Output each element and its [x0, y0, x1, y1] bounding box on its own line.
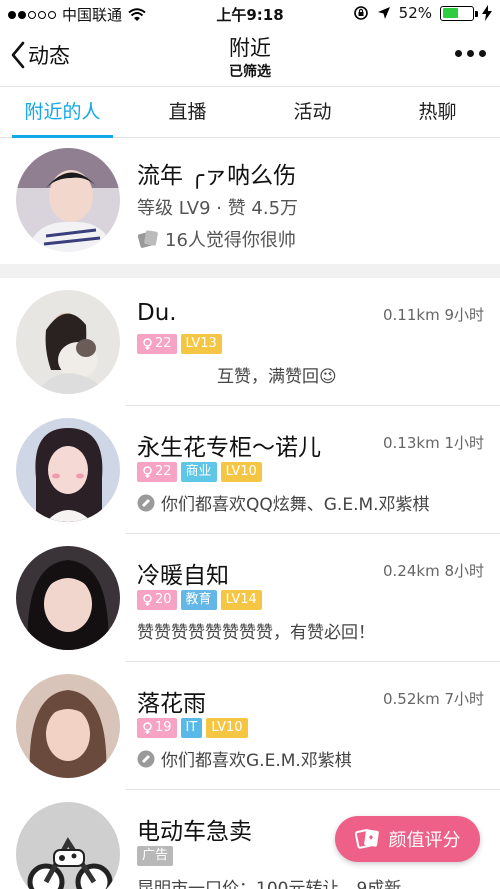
ad-title: 电动车急卖: [137, 819, 252, 845]
ad-photo: [16, 802, 120, 889]
avatar-photo: [16, 418, 120, 522]
tab-live[interactable]: 直播: [125, 87, 250, 137]
level-badge: LV14: [220, 590, 262, 610]
job-badge: IT: [180, 718, 203, 738]
tab-events[interactable]: 活动: [250, 87, 375, 137]
location-arrow-icon: [377, 7, 390, 19]
beauty-score-button[interactable]: 颜值评分: [335, 816, 480, 862]
desc-text: 你们都喜欢QQ炫舞、G.E.M.邓紫棋: [161, 495, 430, 515]
my-name: 流年 ╭ァ呐么伤: [137, 163, 297, 189]
age-value: 22: [155, 336, 172, 351]
age-badge: 22: [137, 334, 177, 354]
my-profile-card[interactable]: 流年 ╭ァ呐么伤 等级 LV9 · 赞 4.5万 16人觉得你很帅: [0, 138, 500, 264]
distance-time: 0.13km 1小时: [382, 434, 484, 452]
rotation-lock-icon: [353, 6, 368, 20]
person-desc: 赞赞赞赞赞赞赞赞，有赞必回！: [137, 623, 375, 643]
cards-icon: [137, 230, 158, 248]
avatar[interactable]: [16, 802, 120, 889]
person-desc: 你们都喜欢QQ炫舞、G.E.M.邓紫棋: [137, 490, 430, 515]
person-desc: 你们都喜欢G.E.M.邓紫棋: [137, 746, 352, 771]
my-stats: 等级 LV9 · 赞 4.5万: [137, 198, 299, 219]
avatar-photo: [16, 674, 120, 778]
age-badge: 22: [137, 462, 177, 482]
more-button[interactable]: [455, 50, 486, 57]
badge-group: 19 IT LV10: [137, 718, 248, 738]
person-name: 冷暖自知: [137, 563, 229, 589]
more-dot-icon: [455, 50, 462, 57]
age-value: 22: [155, 464, 172, 479]
person-name: 永生花专柜～诺儿: [137, 435, 321, 461]
job-badge: 商业: [180, 462, 217, 482]
common-interest-icon: [137, 750, 155, 767]
level-badge: LV10: [206, 718, 248, 738]
avatar[interactable]: [16, 418, 120, 522]
job-badge: 教育: [180, 590, 217, 610]
charging-bolt-icon: [482, 5, 492, 21]
female-icon: [143, 594, 152, 606]
avatar-photo: [16, 546, 120, 650]
distance-time: 0.52km 7小时: [382, 690, 484, 708]
age-badge: 20: [137, 590, 177, 610]
nav-bar: 动态 附近 已筛选: [0, 28, 500, 86]
badge-group: 22 商业 LV10: [137, 462, 262, 482]
fab-label: 颜值评分: [388, 830, 461, 851]
age-value: 20: [155, 592, 172, 607]
age-value: 19: [155, 720, 172, 735]
person-name: Du.: [137, 300, 177, 326]
ad-badge: 广告: [137, 846, 174, 866]
badge-group: 广告: [137, 846, 174, 866]
female-icon: [143, 466, 152, 478]
avatar[interactable]: [16, 546, 120, 650]
list-item[interactable]: Du. 0.11km 9小时 22 LV13 互赞，满赞回😉: [0, 278, 500, 406]
distance-time: 0.24km 8小时: [382, 562, 484, 580]
tab-nearby-people[interactable]: 附近的人: [0, 87, 125, 138]
badge-group: 20 教育 LV14: [137, 590, 262, 610]
cards-icon: [354, 829, 379, 849]
level-badge: LV13: [180, 334, 222, 354]
desc-text: 你们都喜欢G.E.M.邓紫棋: [161, 751, 352, 771]
page-title: 附近: [229, 36, 271, 60]
common-interest-icon: [137, 494, 155, 511]
section-divider: [0, 264, 500, 278]
ad-desc: 昆明市一口价：100元转让，9成新...: [137, 879, 418, 889]
list-item[interactable]: 冷暖自知 0.24km 8小时 20 教育 LV14 赞赞赞赞赞赞赞赞，有赞必回…: [0, 534, 500, 662]
battery-icon: [440, 5, 478, 21]
female-icon: [143, 338, 152, 350]
female-icon: [143, 722, 152, 734]
battery-percent: 52%: [398, 4, 432, 22]
avatar[interactable]: [16, 290, 120, 394]
avatar[interactable]: [16, 674, 120, 778]
age-badge: 19: [137, 718, 177, 738]
my-charm: 16人觉得你很帅: [137, 226, 296, 252]
distance-time: 0.11km 9小时: [382, 306, 484, 324]
status-right: 52%: [353, 4, 492, 22]
badge-group: 22 LV13: [137, 334, 222, 354]
more-dot-icon: [479, 50, 486, 57]
list-item[interactable]: 永生花专柜～诺儿 0.13km 1小时 22 商业 LV10 你们都喜欢QQ炫舞…: [0, 406, 500, 534]
person-desc: 互赞，满赞回😉: [217, 367, 337, 387]
level-badge: LV10: [220, 462, 262, 482]
status-bar: 中国联通 上午9:18 52%: [0, 0, 500, 28]
tab-bar: 附近的人 直播 活动 热聊: [0, 86, 500, 138]
list-item[interactable]: 落花雨 0.52km 7小时 19 IT LV10 你们都喜欢G.E.M.邓紫棋: [0, 662, 500, 790]
person-name: 落花雨: [137, 691, 206, 717]
charm-text: 16人觉得你很帅: [165, 230, 296, 251]
avatar[interactable]: [16, 148, 120, 252]
avatar-photo: [16, 290, 120, 394]
tab-hot-chat[interactable]: 热聊: [375, 87, 500, 137]
filter-status: 已筛选: [229, 64, 271, 80]
avatar-photo: [16, 148, 120, 252]
more-dot-icon: [467, 50, 474, 57]
